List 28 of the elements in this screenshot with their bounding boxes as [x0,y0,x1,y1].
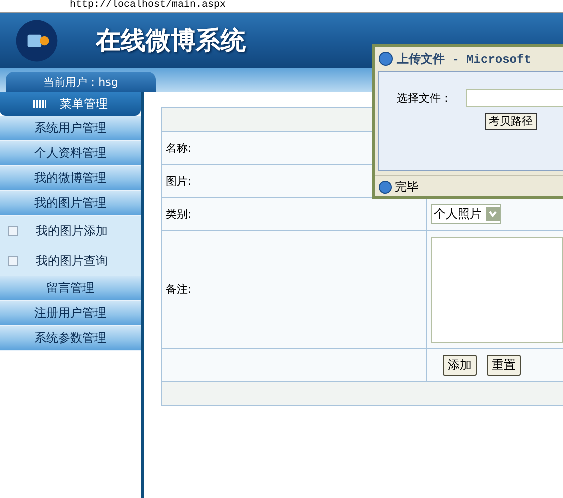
menu-title: 菜单管理 [60,96,108,112]
bullet-icon [8,226,18,236]
menu-item[interactable]: 系统用户管理 [0,116,141,141]
menu-item[interactable]: 留言管理 [0,276,141,301]
address-bar[interactable]: http://localhost/main.aspx [0,0,563,13]
status-text: 完毕 [395,178,419,196]
menu-item[interactable]: 个人资料管理 [0,141,141,166]
browser-icon [379,52,393,66]
file-input[interactable] [466,89,563,107]
form-button[interactable]: 重置 [487,354,521,376]
menu-item[interactable]: 我的微博管理 [0,166,141,191]
bullet-icon [8,256,18,266]
popup-title: 上传文件 - Microsoft [397,52,532,68]
form-button[interactable]: 添加 [443,354,477,376]
logo-icon [14,18,60,64]
copy-path-button[interactable]: 考贝路径 [485,113,537,130]
field-label: 备注: [162,231,427,348]
file-label: 选择文件： [397,90,452,106]
url-text: http://localhost/main.aspx [70,0,226,12]
category-select[interactable]: 个人照片 [431,204,501,224]
menu-item[interactable]: 我的图片管理 [0,191,141,216]
remark-textarea[interactable] [431,236,563,342]
page-icon [379,180,392,194]
site-title: 在线微博系统 [96,25,246,57]
grid-icon [33,100,46,108]
current-user-label: 当前用户：hsg [44,74,118,90]
menu-item[interactable]: 系统参数管理 [0,326,141,351]
menu-item[interactable]: 注册用户管理 [0,301,141,326]
